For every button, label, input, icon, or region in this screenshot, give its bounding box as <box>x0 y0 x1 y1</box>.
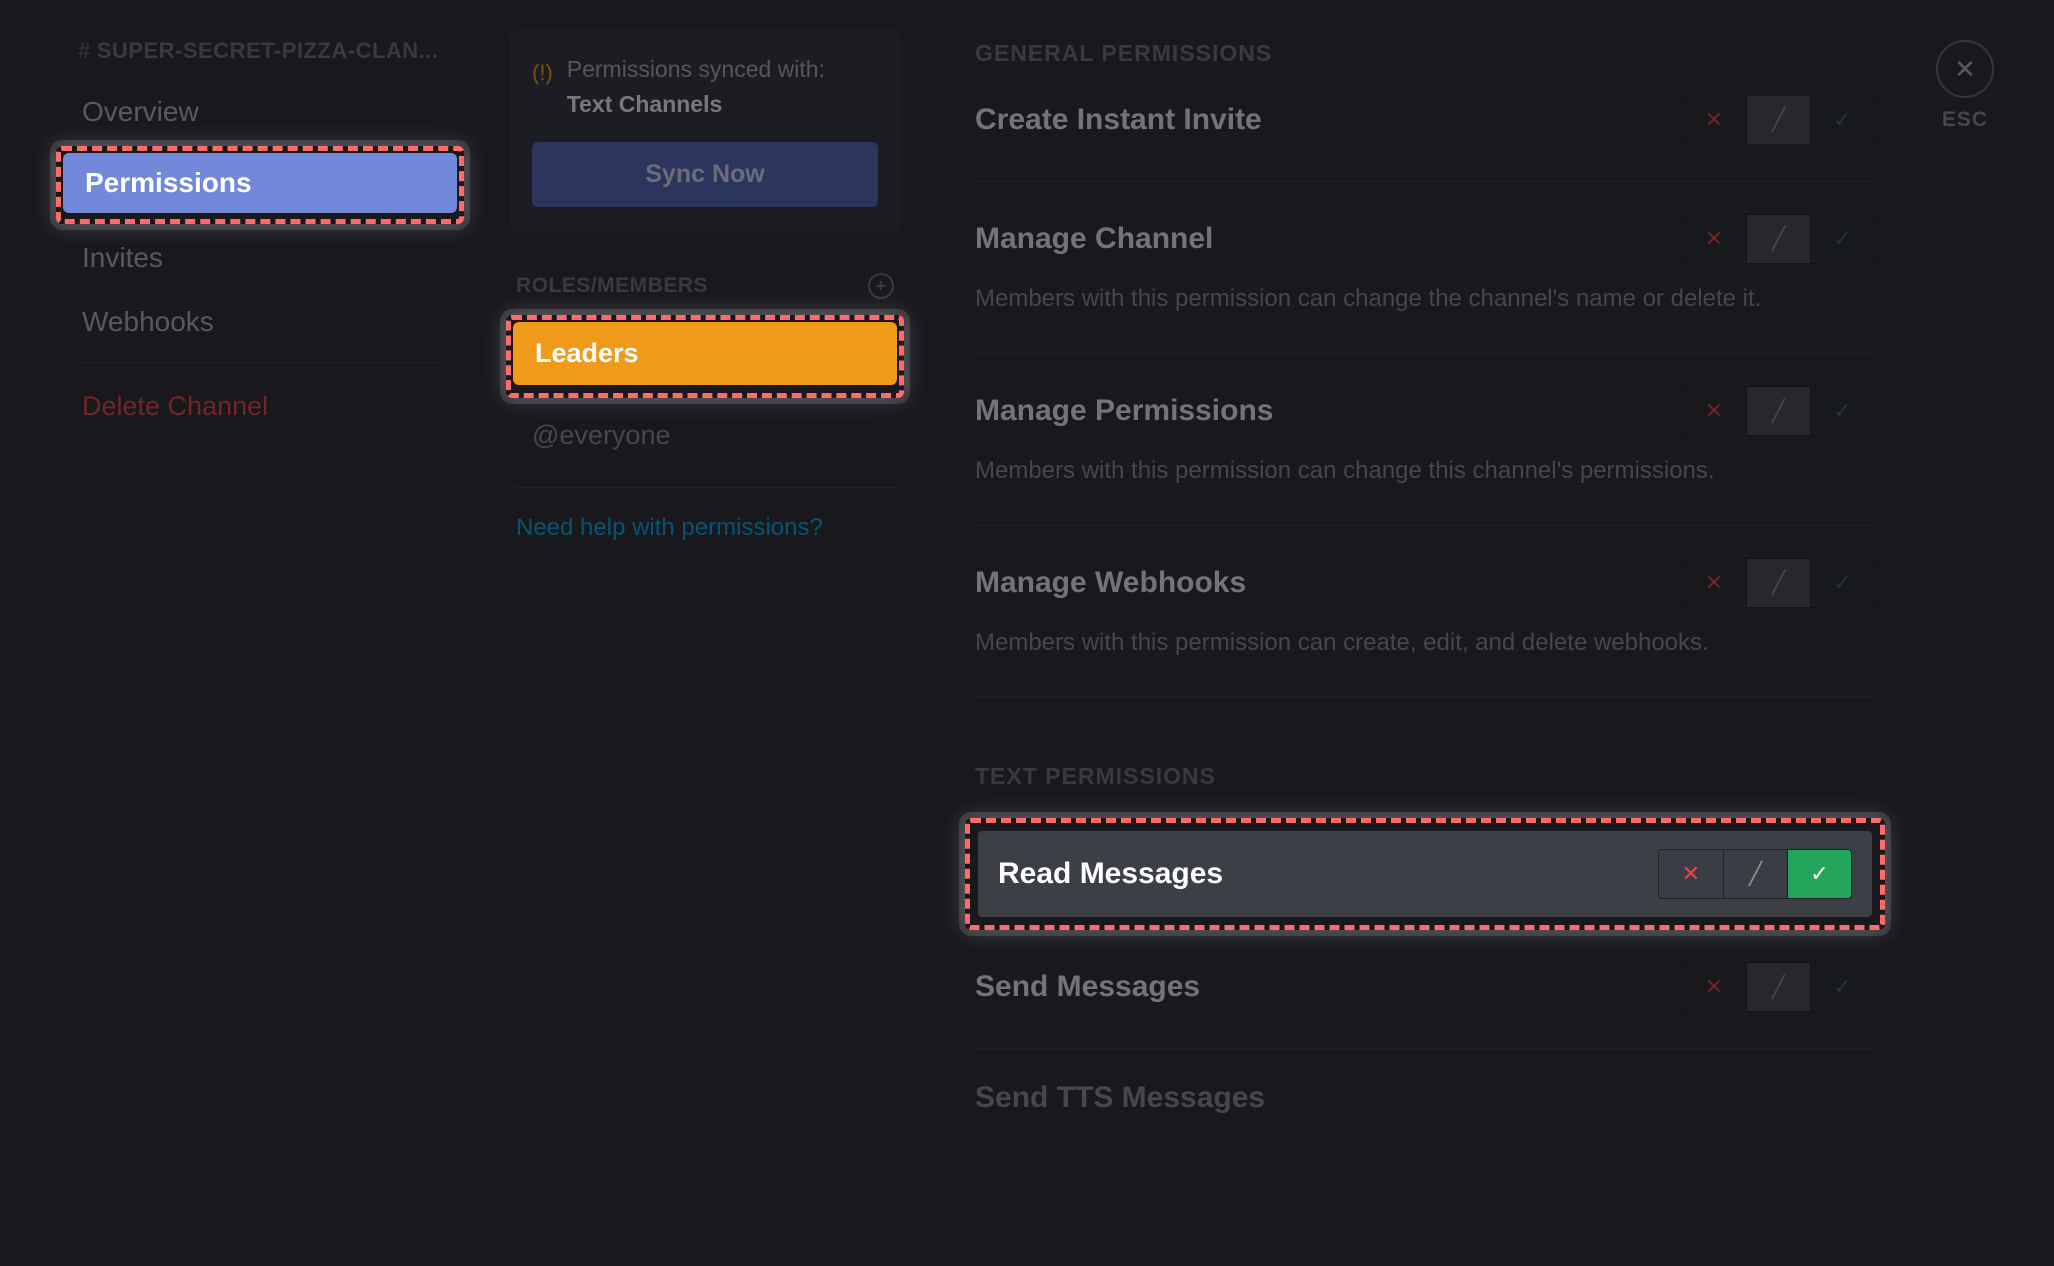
text-permissions-heading: TEXT PERMISSIONS <box>975 763 1875 790</box>
add-role-button[interactable]: + <box>868 273 894 299</box>
perm-pass-button[interactable]: ╱ <box>1746 963 1810 1011</box>
perm-desc: Members with this permission can change … <box>975 454 1835 489</box>
perm-pass-button[interactable]: ╱ <box>1746 96 1810 144</box>
role-item-leaders[interactable]: Leaders <box>513 322 897 385</box>
perm-divider <box>975 353 1875 354</box>
close-area: ✕ ESC <box>1936 40 1994 132</box>
help-permissions-link[interactable]: Need help with permissions? <box>510 508 900 548</box>
perm-title: Create Instant Invite <box>975 103 1262 137</box>
esc-label: ESC <box>1936 108 1994 132</box>
perm-divider <box>975 696 1875 697</box>
perm-title: Manage Channel <box>975 222 1213 256</box>
perm-deny-button[interactable]: ✕ <box>1659 850 1723 898</box>
sync-line: Permissions synced with: <box>567 54 825 85</box>
perm-deny-button[interactable]: ✕ <box>1682 387 1746 435</box>
hash-icon: # <box>78 38 91 64</box>
delete-channel-button[interactable]: Delete Channel <box>60 377 460 436</box>
perm-toggle: ✕ ╱ ✓ <box>1681 386 1875 436</box>
perm-toggle: ✕ ╱ ✓ <box>1681 214 1875 264</box>
perm-read-messages: Read Messages ✕ ╱ ✓ <box>978 831 1872 917</box>
channel-name-text: SUPER-SECRET-PIZZA-CLAN... <box>97 38 439 64</box>
perm-deny-button[interactable]: ✕ <box>1682 963 1746 1011</box>
close-button[interactable]: ✕ <box>1936 40 1994 98</box>
perm-toggle: ✕ ╱ ✓ <box>1681 558 1875 608</box>
perm-deny-button[interactable]: ✕ <box>1682 96 1746 144</box>
settings-sidebar: # SUPER-SECRET-PIZZA-CLAN... Overview Pe… <box>60 30 460 436</box>
perm-deny-button[interactable]: ✕ <box>1682 559 1746 607</box>
perm-pass-button[interactable]: ╱ <box>1746 387 1810 435</box>
perm-divider <box>975 181 1875 182</box>
channel-title: # SUPER-SECRET-PIZZA-CLAN... <box>60 30 460 82</box>
sidebar-item-permissions[interactable]: Permissions <box>63 153 457 213</box>
perm-allow-button[interactable]: ✓ <box>1810 559 1874 607</box>
perm-allow-button[interactable]: ✓ <box>1810 963 1874 1011</box>
perm-deny-button[interactable]: ✕ <box>1682 215 1746 263</box>
sync-card: (!) Permissions synced with: Text Channe… <box>510 30 900 233</box>
highlight-read-messages: Read Messages ✕ ╱ ✓ <box>965 818 1885 930</box>
perm-allow-button[interactable]: ✓ <box>1810 215 1874 263</box>
roles-divider <box>514 487 896 488</box>
perm-desc: Members with this permission can create,… <box>975 626 1835 661</box>
perm-title: Read Messages <box>998 857 1223 891</box>
sidebar-divider <box>78 362 442 363</box>
perm-manage-permissions: Manage Permissions ✕ ╱ ✓ Members with th… <box>975 386 1875 493</box>
sidebar-item-webhooks[interactable]: Webhooks <box>60 292 460 352</box>
warning-icon: (!) <box>532 58 553 88</box>
perm-pass-button[interactable]: ╱ <box>1723 850 1787 898</box>
general-permissions-heading: GENERAL PERMISSIONS <box>975 40 1875 67</box>
highlight-permissions-tab: Permissions <box>56 146 464 224</box>
perm-allow-button[interactable]: ✓ <box>1810 387 1874 435</box>
perm-allow-button[interactable]: ✓ <box>1787 850 1851 898</box>
perm-manage-webhooks: Manage Webhooks ✕ ╱ ✓ Members with this … <box>975 558 1875 665</box>
perm-divider <box>975 1048 1875 1049</box>
perm-send-tts-messages: Send TTS Messages <box>975 1081 1875 1119</box>
perm-toggle: ✕ ╱ ✓ <box>1658 849 1852 899</box>
perm-title: Manage Permissions <box>975 394 1273 428</box>
perm-pass-button[interactable]: ╱ <box>1746 215 1810 263</box>
perm-manage-channel: Manage Channel ✕ ╱ ✓ Members with this p… <box>975 214 1875 321</box>
permissions-panel: GENERAL PERMISSIONS Create Instant Invit… <box>975 40 1875 1119</box>
sidebar-item-overview[interactable]: Overview <box>60 82 460 142</box>
perm-create-instant-invite: Create Instant Invite ✕ ╱ ✓ <box>975 95 1875 149</box>
perm-pass-button[interactable]: ╱ <box>1746 559 1810 607</box>
sidebar-item-invites[interactable]: Invites <box>60 228 460 288</box>
roles-column: (!) Permissions synced with: Text Channe… <box>510 30 900 548</box>
sync-category: Text Channels <box>567 89 825 120</box>
perm-toggle: ✕ ╱ ✓ <box>1681 962 1875 1012</box>
perm-divider <box>975 525 1875 526</box>
perm-title: Send TTS Messages <box>975 1081 1265 1115</box>
perm-toggle: ✕ ╱ ✓ <box>1681 95 1875 145</box>
perm-title: Send Messages <box>975 970 1200 1004</box>
sync-now-button[interactable]: Sync Now <box>532 142 878 207</box>
perm-send-messages: Send Messages ✕ ╱ ✓ <box>975 962 1875 1016</box>
highlight-leaders-role: Leaders <box>506 315 904 398</box>
roles-heading: ROLES/MEMBERS <box>516 274 708 298</box>
role-item-everyone[interactable]: @everyone <box>510 404 900 467</box>
perm-allow-button[interactable]: ✓ <box>1810 96 1874 144</box>
perm-title: Manage Webhooks <box>975 566 1246 600</box>
perm-desc: Members with this permission can change … <box>975 282 1835 317</box>
